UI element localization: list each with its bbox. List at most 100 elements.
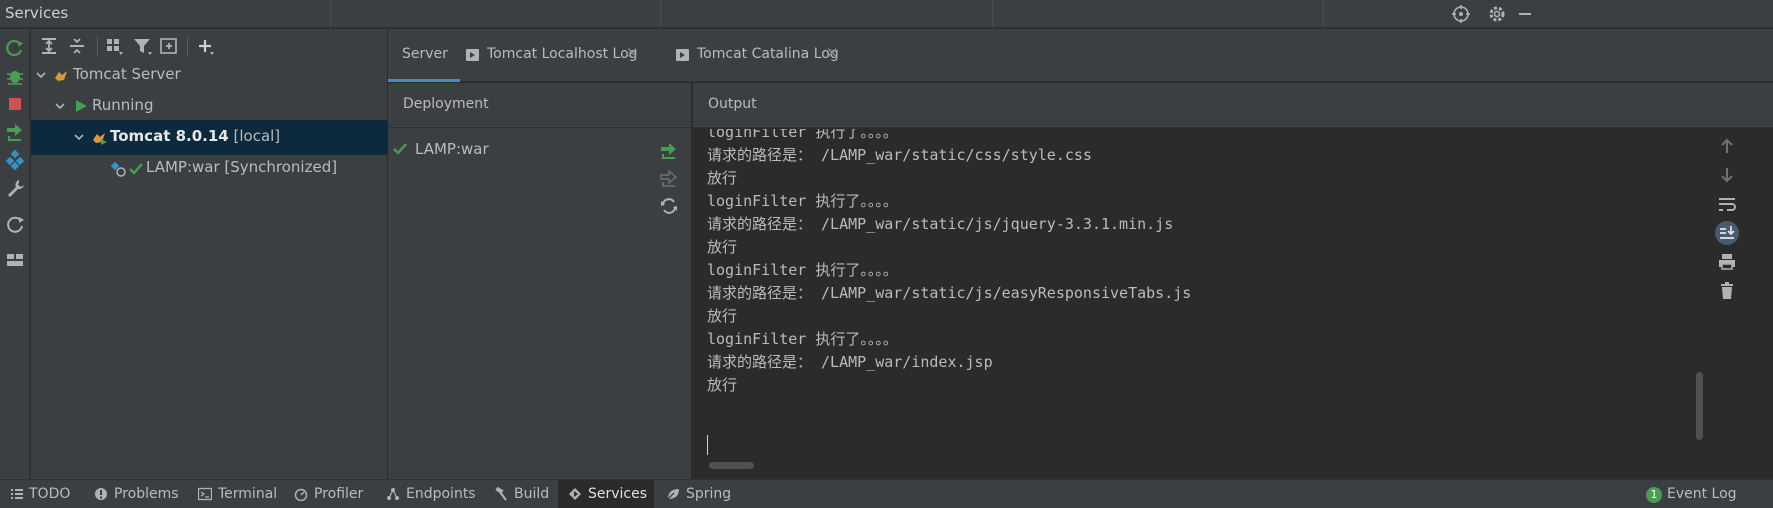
tree-node-tomcat-instance[interactable]: Tomcat 8.0.14 [local]	[31, 120, 388, 155]
console-line: loginFilter 执行了。。。。	[707, 192, 898, 210]
run-icon	[76, 100, 87, 112]
tab-server[interactable]: Server	[388, 29, 460, 82]
vertical-scrollbar[interactable]	[1696, 129, 1704, 479]
tab-tomcat-catalina-log[interactable]: Tomcat Catalina Log ✕	[676, 29, 852, 82]
toolwindow-endpoints[interactable]: Endpoints	[384, 480, 480, 508]
console-icon	[466, 49, 479, 61]
deployment-header: Deployment	[388, 83, 692, 128]
console-line: 放行	[707, 307, 738, 325]
wrench-icon[interactable]	[4, 177, 26, 199]
toolwindow-services[interactable]: Services	[558, 480, 654, 508]
toolwindow-label: Build	[514, 486, 550, 502]
undeploy-icon[interactable]	[658, 167, 680, 189]
tree-node-label: Tomcat 8.0.14 [local]	[110, 127, 280, 145]
expand-all-icon[interactable]	[37, 34, 61, 58]
output-title: Output	[708, 96, 757, 112]
trash-icon[interactable]	[1715, 279, 1739, 303]
console-line: 放行	[707, 376, 738, 394]
toolwindow-build[interactable]: Build	[492, 480, 552, 508]
arrow-up-icon[interactable]	[1715, 134, 1739, 158]
chevron-down-icon[interactable]	[73, 131, 85, 143]
tree-node-artifact[interactable]: LAMP:war [Synchronized]	[31, 151, 388, 186]
services-icon	[569, 488, 581, 500]
print-icon[interactable]	[1715, 250, 1739, 274]
chevron-down-icon[interactable]	[35, 69, 47, 81]
tab-tomcat-localhost-log[interactable]: Tomcat Localhost Log ✕	[466, 29, 656, 82]
arrow-down-icon[interactable]	[1715, 163, 1739, 187]
rerun-icon[interactable]	[4, 37, 26, 59]
toolwindow-event-log[interactable]: 1 Event Log	[1640, 480, 1760, 508]
debug-icon[interactable]	[4, 65, 26, 87]
output-pane: Output loginFilter 执行了。。。。 请求的路径是： /LAMP…	[693, 83, 1773, 479]
deployment-item[interactable]: LAMP:war	[388, 138, 638, 162]
tab-label: Tomcat Localhost Log	[487, 46, 638, 62]
check-icon	[129, 163, 143, 175]
console-line: 放行	[707, 169, 738, 187]
deployment-pane: Deployment LAMP:war	[388, 83, 692, 479]
services-tree-panel: Tomcat Server Running Tomcat 8.0.14 [loc…	[31, 29, 388, 479]
details-tabbar: Server Tomcat Localhost Log ✕ Tomcat Cat…	[388, 29, 1773, 82]
layout-icon[interactable]	[4, 249, 26, 271]
tool-window-bar: TODO Problems Terminal Profiler Endpoint…	[0, 479, 1773, 508]
soft-wrap-icon[interactable]	[1715, 192, 1739, 216]
tree-node-running[interactable]: Running	[31, 89, 388, 124]
header-divider	[992, 0, 993, 28]
output-header: Output	[693, 83, 1773, 128]
server-location: [local]	[228, 127, 281, 145]
update-icon[interactable]	[658, 195, 680, 217]
toolbar-separator	[187, 37, 188, 57]
deploy-icon[interactable]	[658, 139, 680, 161]
scroll-to-end-icon[interactable]	[1715, 221, 1739, 245]
active-tab-indicator	[388, 79, 460, 82]
toolwindow-label: Problems	[114, 486, 179, 502]
tree-node-label: Running	[92, 96, 154, 114]
problems-icon	[95, 488, 107, 500]
toolwindow-problems[interactable]: Problems	[88, 480, 188, 508]
tomcat-icon	[55, 71, 67, 81]
header-divider	[330, 0, 331, 28]
tree-node-tomcat-server[interactable]: Tomcat Server	[31, 58, 388, 93]
hammer-icon	[495, 487, 507, 501]
chevron-down-icon[interactable]	[54, 100, 66, 112]
header-divider	[660, 0, 661, 28]
close-icon[interactable]: ✕	[826, 44, 839, 62]
console-output[interactable]: loginFilter 执行了。。。。 请求的路径是： /LAMP_war/st…	[693, 129, 1700, 479]
add-service-icon[interactable]	[194, 34, 218, 58]
stop-icon[interactable]	[4, 93, 26, 115]
console-line: 请求的路径是： /LAMP_war/static/js/easyResponsi…	[707, 284, 1192, 302]
tomcat-running-icon	[93, 133, 107, 145]
artifact-icon[interactable]	[4, 149, 26, 171]
filter-icon[interactable]	[131, 34, 155, 58]
endpoints-icon	[387, 488, 399, 500]
toolwindow-profiler[interactable]: Profiler	[292, 480, 372, 508]
header-divider	[1323, 0, 1324, 28]
notification-badge: 1	[1646, 487, 1662, 503]
toolwindow-terminal[interactable]: Terminal	[196, 480, 286, 508]
toolwindow-label: Services	[588, 486, 648, 502]
deploy-icon[interactable]	[4, 121, 26, 143]
target-icon[interactable]	[1450, 3, 1472, 25]
tool-window-header: Services	[0, 0, 1773, 28]
toolwindow-label: Profiler	[314, 486, 364, 502]
scrollbar-thumb[interactable]	[1696, 372, 1703, 440]
server-name: Tomcat 8.0.14	[110, 127, 229, 145]
new-service-icon[interactable]	[157, 34, 181, 58]
tab-label: Tomcat Catalina Log	[697, 46, 839, 62]
service-details-panel: Server Tomcat Localhost Log ✕ Tomcat Cat…	[388, 29, 1773, 479]
collapse-all-icon[interactable]	[65, 34, 89, 58]
console-line: 请求的路径是： /LAMP_war/index.jsp	[707, 353, 993, 371]
check-icon	[393, 143, 407, 155]
toolwindow-todo[interactable]: TODO	[0, 480, 80, 508]
deployment-item-label: LAMP:war	[415, 140, 489, 158]
minimize-icon[interactable]	[1514, 3, 1536, 25]
gear-icon[interactable]	[1486, 3, 1508, 25]
console-icon	[676, 49, 689, 61]
close-icon[interactable]: ✕	[626, 44, 639, 62]
toolwindow-spring[interactable]: Spring	[662, 480, 732, 508]
group-by-icon[interactable]	[103, 34, 127, 58]
console-line: 请求的路径是： /LAMP_war/static/css/style.css	[707, 146, 1092, 164]
horizontal-scrollbar[interactable]	[709, 462, 754, 469]
refresh-icon[interactable]	[4, 213, 26, 235]
text-caret	[707, 435, 708, 455]
spring-icon	[667, 489, 679, 500]
